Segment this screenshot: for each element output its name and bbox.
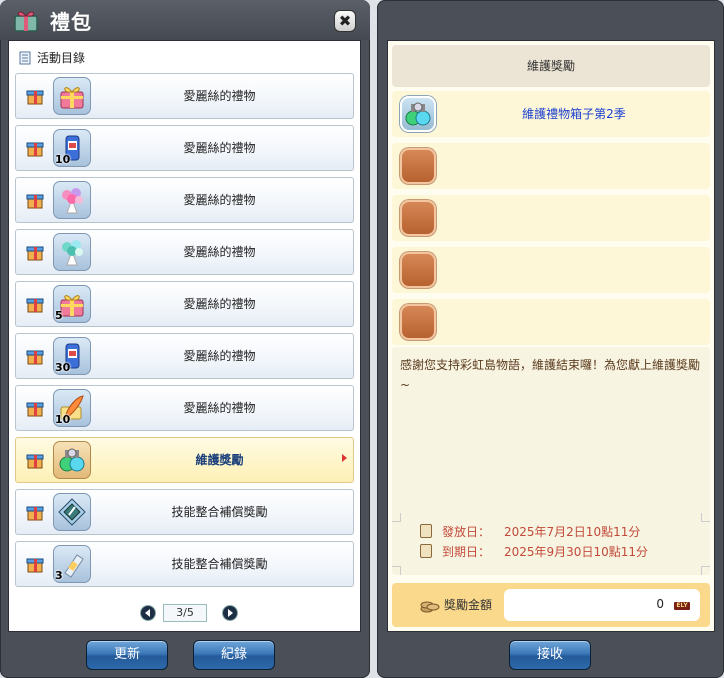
corner-mark bbox=[392, 566, 401, 575]
gift-box-icon bbox=[26, 350, 44, 365]
catalog-icon bbox=[19, 51, 31, 65]
reward-amount-label: 獎勵金額 bbox=[444, 598, 493, 612]
gift-box-icon bbox=[26, 506, 44, 521]
document-icon bbox=[420, 544, 432, 558]
title-bar[interactable]: 禮包 ✖ bbox=[0, 0, 370, 40]
event-row[interactable]: 愛麗絲的禮物 bbox=[15, 177, 354, 223]
reward-item-row bbox=[392, 143, 710, 189]
refresh-button[interactable]: 更新 bbox=[86, 640, 168, 670]
reward-item-name bbox=[446, 195, 702, 241]
event-row[interactable]: 10 愛麗絲的禮物 bbox=[15, 385, 354, 431]
reward-detail-panel: 維護獎勵 維護禮物箱子第2季 感謝您支持彩虹島物語，維護結束囉！為您獻上維護獎勵… bbox=[387, 40, 715, 632]
event-row[interactable]: 技能整合補償獎勵 bbox=[15, 489, 354, 535]
expire-date-line: 到期日： 2025年9月30日10點11分 bbox=[420, 543, 648, 561]
issue-date-line: 發放日： 2025年7月2日10點11分 bbox=[420, 523, 640, 541]
gift-package-window: 禮包 ✖ 活動目錄 愛麗絲的禮物 10 愛麗絲的禮物 愛麗絲的禮物 愛麗絲的禮物 5 愛麗絲… bbox=[0, 0, 370, 678]
event-item-icon: 30 bbox=[53, 337, 91, 375]
event-row-label: 維護獎勵 bbox=[195, 453, 244, 467]
item-quantity: 10 bbox=[55, 413, 71, 426]
gift-box-icon bbox=[26, 454, 44, 469]
gift-box-icon bbox=[26, 558, 44, 573]
event-list-panel: 活動目錄 愛麗絲的禮物 10 愛麗絲的禮物 愛麗絲的禮物 愛麗絲的禮物 5 愛麗絲的禮物 30… bbox=[8, 40, 361, 632]
event-row-label: 愛麗絲的禮物 bbox=[183, 89, 256, 103]
item-quantity: 30 bbox=[55, 361, 71, 374]
issue-date-label: 發放日： bbox=[442, 525, 491, 539]
selected-arrow-icon bbox=[342, 454, 347, 462]
message-box: 感謝您支持彩虹島物語，維護結束囉！為您獻上維護獎勵~ 發放日： 2025年7月2日… bbox=[392, 347, 710, 575]
reward-title: 維護獎勵 bbox=[392, 45, 710, 87]
reward-item-name bbox=[446, 143, 702, 189]
reward-item-row bbox=[392, 247, 710, 293]
gift-box-icon bbox=[26, 402, 44, 417]
corner-mark bbox=[701, 566, 710, 575]
window-title: 禮包 bbox=[50, 10, 92, 34]
event-catalog-header: 活動目錄 bbox=[19, 49, 85, 67]
close-button[interactable]: ✖ bbox=[334, 10, 356, 32]
item-slot[interactable] bbox=[400, 252, 436, 288]
event-catalog-label: 活動目錄 bbox=[37, 51, 86, 65]
item-slot[interactable] bbox=[400, 304, 436, 340]
event-row[interactable]: 3 技能整合補償獎勵 bbox=[15, 541, 354, 587]
event-item-icon bbox=[53, 493, 91, 531]
reward-item-row: 維護禮物箱子第2季 bbox=[392, 91, 710, 137]
event-row-label: 愛麗絲的禮物 bbox=[183, 245, 256, 259]
gift-box-icon bbox=[26, 90, 44, 105]
event-row-label: 愛麗絲的禮物 bbox=[183, 401, 256, 415]
gift-bag-icon bbox=[14, 11, 38, 32]
event-row-label: 愛麗絲的禮物 bbox=[183, 349, 256, 363]
issue-date-value: 2025年7月2日10點11分 bbox=[504, 525, 641, 539]
document-icon bbox=[420, 524, 432, 538]
corner-mark bbox=[392, 513, 401, 522]
item-quantity: 10 bbox=[55, 153, 71, 166]
reward-amount-field: 0 ELY bbox=[504, 589, 700, 621]
reward-amount-value: 0 bbox=[656, 597, 664, 611]
event-row[interactable]: 愛麗絲的禮物 bbox=[15, 73, 354, 119]
reward-amount-bar: 獎勵金額 0 ELY bbox=[392, 583, 710, 627]
event-row-label: 愛麗絲的禮物 bbox=[183, 141, 256, 155]
event-item-icon: 3 bbox=[53, 545, 91, 583]
event-item-icon bbox=[53, 233, 91, 271]
reward-item-name bbox=[446, 299, 702, 345]
page-indicator: 3/5 bbox=[163, 604, 207, 622]
gift-box-icon bbox=[26, 246, 44, 261]
reward-item-name: 維護禮物箱子第2季 bbox=[522, 107, 626, 121]
reward-item-row bbox=[392, 195, 710, 241]
reward-item-name bbox=[446, 247, 702, 293]
corner-mark bbox=[701, 513, 710, 522]
expire-date-value: 2025年9月30日10點11分 bbox=[504, 545, 648, 559]
gift-box-icon bbox=[26, 298, 44, 313]
reward-detail-window: 維護獎勵 維護禮物箱子第2季 感謝您支持彩虹島物語，維護結束囉！為您獻上維護獎勵… bbox=[377, 0, 724, 678]
event-item-icon bbox=[53, 441, 91, 479]
event-row-label: 技能整合補償獎勵 bbox=[171, 505, 268, 519]
event-row[interactable]: 維護獎勵 bbox=[15, 437, 354, 483]
event-item-icon bbox=[53, 77, 91, 115]
event-item-icon bbox=[53, 181, 91, 219]
event-row[interactable]: 10 愛麗絲的禮物 bbox=[15, 125, 354, 171]
item-quantity: 3 bbox=[55, 569, 63, 582]
item-quantity: 5 bbox=[55, 309, 63, 322]
event-row[interactable]: 30 愛麗絲的禮物 bbox=[15, 333, 354, 379]
coins-icon bbox=[420, 601, 440, 613]
item-slot[interactable] bbox=[400, 200, 436, 236]
next-page-button[interactable] bbox=[223, 606, 237, 620]
item-slot[interactable] bbox=[400, 96, 436, 132]
receive-button[interactable]: 接收 bbox=[509, 640, 591, 670]
gift-box-icon bbox=[26, 142, 44, 157]
event-row-label: 愛麗絲的禮物 bbox=[183, 193, 256, 207]
record-button[interactable]: 紀錄 bbox=[193, 640, 275, 670]
event-item-icon: 10 bbox=[53, 129, 91, 167]
event-row-label: 技能整合補償獎勵 bbox=[171, 557, 268, 571]
prev-page-button[interactable] bbox=[141, 606, 155, 620]
reward-item-row bbox=[392, 299, 710, 345]
currency-icon: ELY bbox=[674, 602, 690, 610]
gift-box-icon bbox=[26, 194, 44, 209]
item-slot[interactable] bbox=[400, 148, 436, 184]
event-row[interactable]: 5 愛麗絲的禮物 bbox=[15, 281, 354, 327]
event-item-icon: 10 bbox=[53, 389, 91, 427]
event-item-icon: 5 bbox=[53, 285, 91, 323]
event-row-label: 愛麗絲的禮物 bbox=[183, 297, 256, 311]
expire-date-label: 到期日： bbox=[442, 545, 491, 559]
reward-message: 感謝您支持彩虹島物語，維護結束囉！為您獻上維護獎勵~ bbox=[400, 358, 701, 392]
event-row[interactable]: 愛麗絲的禮物 bbox=[15, 229, 354, 275]
